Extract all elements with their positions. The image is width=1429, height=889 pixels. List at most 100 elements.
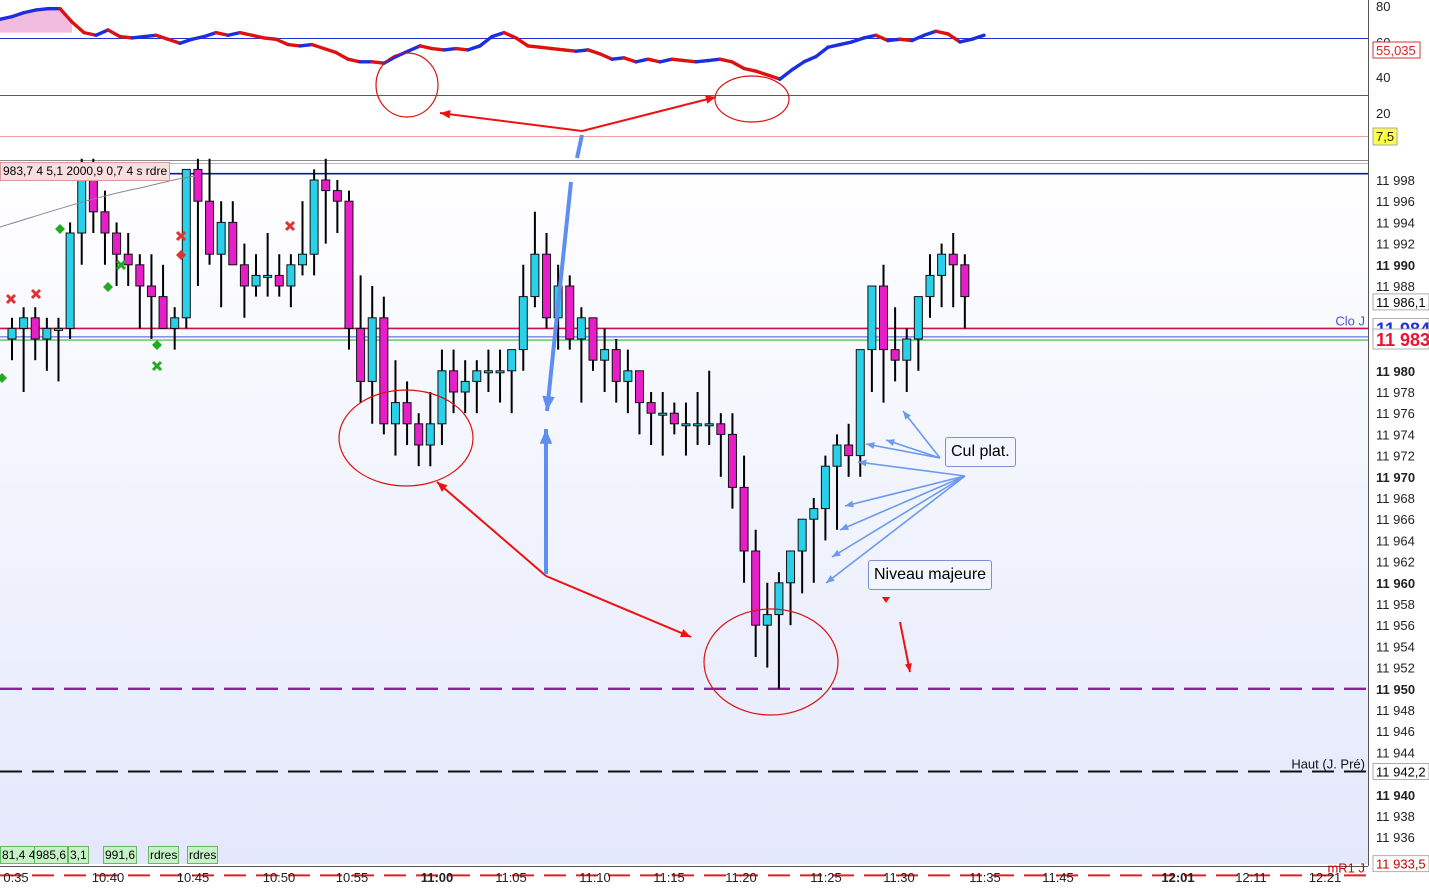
osc-segment — [34, 6, 50, 12]
candle-body — [100, 211, 110, 234]
candle-body — [390, 402, 400, 425]
y-tick-label: 11 992 — [1376, 237, 1415, 252]
y-tick-label: 11 936 — [1376, 830, 1415, 845]
osc-segment — [538, 45, 554, 51]
price-tag-label: 11 942,2 — [1376, 764, 1426, 779]
annotation-niveau-majeure[interactable]: Niveau majeure — [868, 560, 993, 590]
osc-segment — [682, 58, 698, 64]
candle-body — [30, 317, 40, 340]
x-tick-label: 11:30 — [883, 870, 915, 884]
candle-body — [832, 444, 842, 467]
candle-body — [890, 349, 900, 361]
y-tick-label: 11 976 — [1376, 406, 1415, 421]
y-tick-label: 11 994 — [1376, 215, 1415, 230]
osc-segment — [454, 46, 470, 52]
y-tick-label: 11 978 — [1376, 385, 1415, 400]
x-tick-label: 11:15 — [653, 870, 685, 884]
y-tick-label: 11 966 — [1376, 512, 1415, 527]
x-tick-label: 11:10 — [579, 870, 611, 884]
y-tick-label: 11 946 — [1376, 724, 1415, 739]
osc-segment — [430, 46, 446, 52]
candle-body — [53, 327, 63, 331]
candle-body — [588, 317, 598, 361]
indicator-box: 991,6 — [103, 846, 138, 864]
candle-body — [414, 423, 424, 446]
candle-body — [402, 402, 412, 425]
x-tick-label: 0:35 — [3, 870, 28, 884]
candle-body — [205, 200, 215, 255]
osc-segment — [286, 42, 302, 48]
price-tag-label: 11 986,1 — [1376, 295, 1426, 310]
candle-body — [170, 317, 180, 329]
candle-body — [472, 370, 482, 382]
candle-body — [646, 402, 656, 414]
y-tick-label: 11 962 — [1376, 555, 1415, 570]
candle-body — [937, 253, 947, 276]
osc-segment — [898, 37, 914, 43]
candle-body — [727, 433, 737, 488]
candle-body — [425, 423, 435, 446]
candle-body — [693, 423, 703, 427]
trading-chart[interactable]: 8060402055,0357,5 Clo JHaut (J. Pré)mR1 … — [0, 0, 1429, 885]
y-tick-label: 11 958 — [1376, 597, 1415, 612]
y-tick-label: 11 960 — [1376, 576, 1415, 591]
osc-segment — [550, 46, 566, 52]
osc-tick-label: 20 — [1376, 106, 1390, 121]
x-tick-label: 11:20 — [725, 870, 757, 884]
candle-body — [379, 317, 389, 425]
candle-body — [542, 253, 552, 319]
candle-body — [844, 444, 854, 457]
candle-body — [19, 317, 29, 329]
indicator-box: rdres — [148, 846, 180, 864]
osc-lower-tag-text: 7,5 — [1376, 129, 1394, 144]
osc-segment — [142, 33, 158, 39]
x-tick-label: 11:00 — [421, 870, 454, 884]
chart-stage: 8060402055,0357,5 Clo JHaut (J. Pré)mR1 … — [0, 0, 1429, 885]
y-tick-label: 11 948 — [1376, 703, 1415, 718]
candle-body — [251, 274, 261, 287]
indicator-box: 985,6 — [34, 846, 69, 864]
osc-segment — [694, 58, 710, 64]
x-tick-label: 12:01 — [1161, 870, 1194, 884]
osc-segment — [574, 48, 590, 53]
candle-body — [181, 168, 191, 319]
y-tick-label: 11 952 — [1376, 661, 1415, 676]
candle-body — [274, 274, 284, 287]
osc-upper-tag-text: 55,035 — [1376, 43, 1416, 58]
osc-segment — [670, 57, 686, 63]
y-tick-label: 11 980 — [1376, 364, 1415, 379]
indicator-box: 81,4 4 — [0, 846, 38, 864]
candle-body — [449, 370, 459, 393]
candle-body — [65, 232, 75, 329]
y-tick-label: 11 996 — [1376, 194, 1415, 209]
candle-body — [518, 296, 528, 351]
candle-body — [704, 423, 714, 427]
candle-body — [332, 190, 342, 202]
osc-segment — [886, 37, 902, 43]
annotation-cul-plat[interactable]: Cul plat. — [945, 437, 1016, 467]
candle-body — [623, 370, 633, 382]
y-tick-label: 11 998 — [1376, 173, 1415, 188]
y-tick-label: 11 990 — [1376, 258, 1415, 273]
candle-body — [286, 264, 296, 287]
candle-body — [658, 412, 668, 416]
candle-body — [135, 264, 145, 287]
x-tick-label: 11:45 — [1042, 870, 1074, 884]
candle-body — [460, 380, 470, 393]
x-tick-label: 10:55 — [336, 870, 369, 884]
candle-body — [367, 317, 377, 382]
candle-body — [298, 253, 307, 266]
candle-body — [611, 349, 621, 382]
osc-segment — [370, 60, 386, 65]
candle-body — [809, 508, 819, 520]
x-tick-label: 11:05 — [495, 870, 527, 884]
y-tick-label: 11 940 — [1376, 788, 1415, 803]
candle-body — [158, 296, 168, 329]
candle-body — [576, 317, 586, 340]
y-tick-label: 11 954 — [1376, 639, 1415, 654]
osc-segment — [262, 36, 278, 41]
candle-body — [483, 370, 493, 374]
y-tick-label: 11 938 — [1376, 809, 1415, 824]
candle-body — [263, 274, 273, 278]
candle-body — [902, 338, 912, 361]
